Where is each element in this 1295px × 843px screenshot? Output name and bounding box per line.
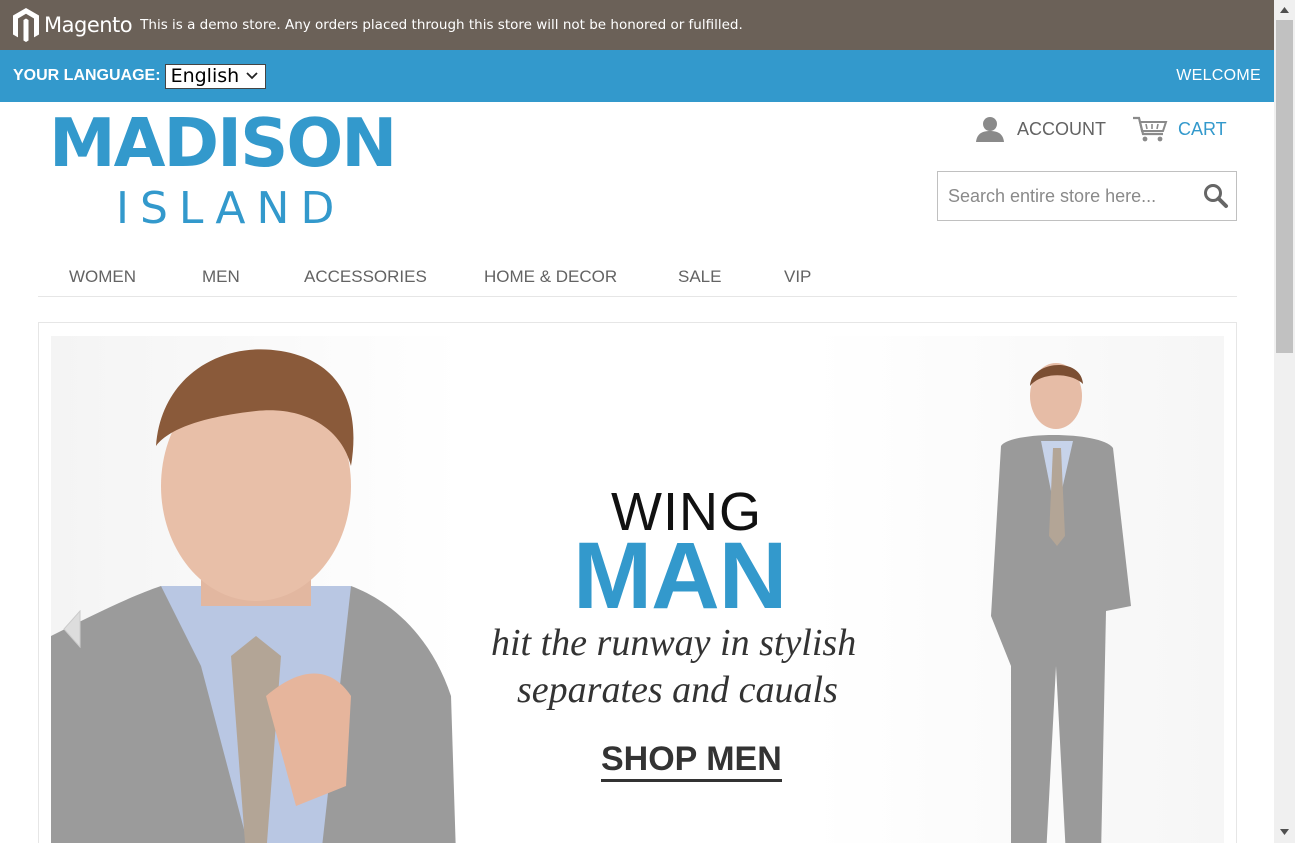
logo-island[interactable]: ISLAND	[116, 185, 345, 233]
language-select-value: English	[170, 65, 240, 87]
magento-wordmark: Magento	[44, 13, 133, 37]
model-full-image	[991, 363, 1131, 843]
banner-tagline-1: hit the runway in stylish	[491, 622, 857, 664]
scroll-up-icon[interactable]	[1279, 6, 1290, 14]
magento-logo-icon	[13, 8, 39, 42]
demo-notice-text: This is a demo store. Any orders placed …	[140, 17, 743, 33]
hero-slider: WING MAN hit the runway in stylish separ…	[38, 322, 1237, 843]
cart-link[interactable]: CART	[1132, 115, 1227, 143]
welcome-text: WELCOME	[1176, 67, 1261, 84]
prev-arrow-icon[interactable]	[62, 610, 82, 648]
account-link[interactable]: ACCOUNT	[975, 115, 1106, 143]
nav-item-men[interactable]: MEN	[202, 267, 240, 287]
search-button[interactable]	[1196, 183, 1236, 209]
scroll-down-icon[interactable]	[1279, 828, 1290, 836]
search-icon	[1204, 184, 1228, 208]
page-scrollbar[interactable]	[1274, 0, 1295, 843]
language-bar: YOUR LANGUAGE: English WELCOME	[0, 50, 1274, 102]
nav-item-vip[interactable]: VIP	[784, 267, 811, 287]
nav-item-home-decor[interactable]: HOME & DECOR	[484, 267, 617, 287]
nav-item-sale[interactable]: SALE	[678, 267, 721, 287]
account-label: ACCOUNT	[1017, 118, 1106, 139]
logo-madison[interactable]: MADISON	[49, 107, 397, 179]
account-icon	[976, 117, 1004, 142]
banner-title-man: MAN	[573, 523, 787, 629]
model-portrait-image	[51, 349, 456, 843]
search-input[interactable]: Search entire store here...	[948, 186, 1196, 207]
shop-men-link[interactable]: SHOP MEN	[601, 739, 782, 782]
scroll-thumb[interactable]	[1276, 20, 1293, 353]
main-nav: WOMEN MEN ACCESSORIES HOME & DECOR SALE …	[38, 258, 1237, 297]
chevron-down-icon	[245, 72, 258, 80]
demo-notice-bar: Magento This is a demo store. Any orders…	[0, 0, 1274, 50]
nav-item-accessories[interactable]: ACCESSORIES	[304, 267, 427, 287]
hero-slide[interactable]: WING MAN hit the runway in stylish separ…	[51, 336, 1224, 843]
nav-item-women[interactable]: WOMEN	[69, 267, 136, 287]
banner-tagline-2: separates and cauals	[517, 669, 838, 711]
cart-icon	[1133, 116, 1168, 142]
language-label: YOUR LANGUAGE:	[13, 67, 161, 84]
language-select[interactable]: English	[164, 63, 266, 89]
cart-label: CART	[1178, 118, 1227, 139]
magento-logo: Magento	[12, 7, 133, 43]
search-box[interactable]: Search entire store here...	[937, 171, 1237, 221]
